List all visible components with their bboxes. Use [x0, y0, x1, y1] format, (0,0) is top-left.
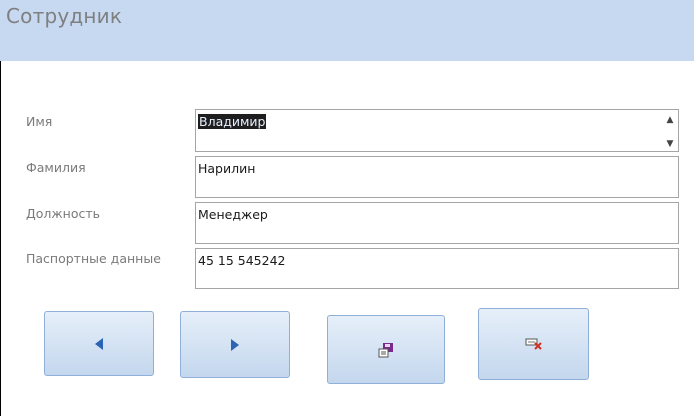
last-name-value[interactable]: Нарилин [198, 161, 255, 176]
delete-record-icon [525, 338, 542, 350]
last-name-field[interactable]: Нарилин [195, 156, 679, 198]
scroll-down-icon[interactable]: ▼ [664, 138, 676, 150]
arrow-left-icon [95, 337, 103, 350]
previous-record-button[interactable] [44, 311, 154, 376]
passport-field[interactable]: 45 15 545242 [195, 248, 679, 289]
passport-label: Паспортные данные [26, 251, 161, 266]
arrow-right-icon [231, 338, 239, 351]
next-record-button[interactable] [180, 311, 290, 378]
position-value[interactable]: Менеджер [198, 207, 268, 222]
last-name-label: Фамилия [26, 160, 86, 175]
save-record-button[interactable] [327, 315, 445, 384]
position-label: Должность [26, 206, 101, 221]
form-title: Сотрудник [6, 4, 123, 28]
passport-value[interactable]: 45 15 545242 [198, 253, 285, 268]
form-header: Сотрудник [0, 0, 694, 61]
save-record-icon [378, 342, 393, 357]
first-name-field[interactable]: Владимир ▲ ▼ [195, 109, 679, 152]
form-left-border [0, 61, 1, 416]
first-name-scrollbar[interactable]: ▲ ▼ [664, 112, 676, 150]
scroll-up-icon[interactable]: ▲ [664, 114, 676, 126]
delete-record-button[interactable] [478, 308, 589, 380]
first-name-value[interactable]: Владимир [198, 114, 267, 129]
position-field[interactable]: Менеджер [195, 202, 679, 244]
first-name-label: Имя [26, 114, 53, 129]
